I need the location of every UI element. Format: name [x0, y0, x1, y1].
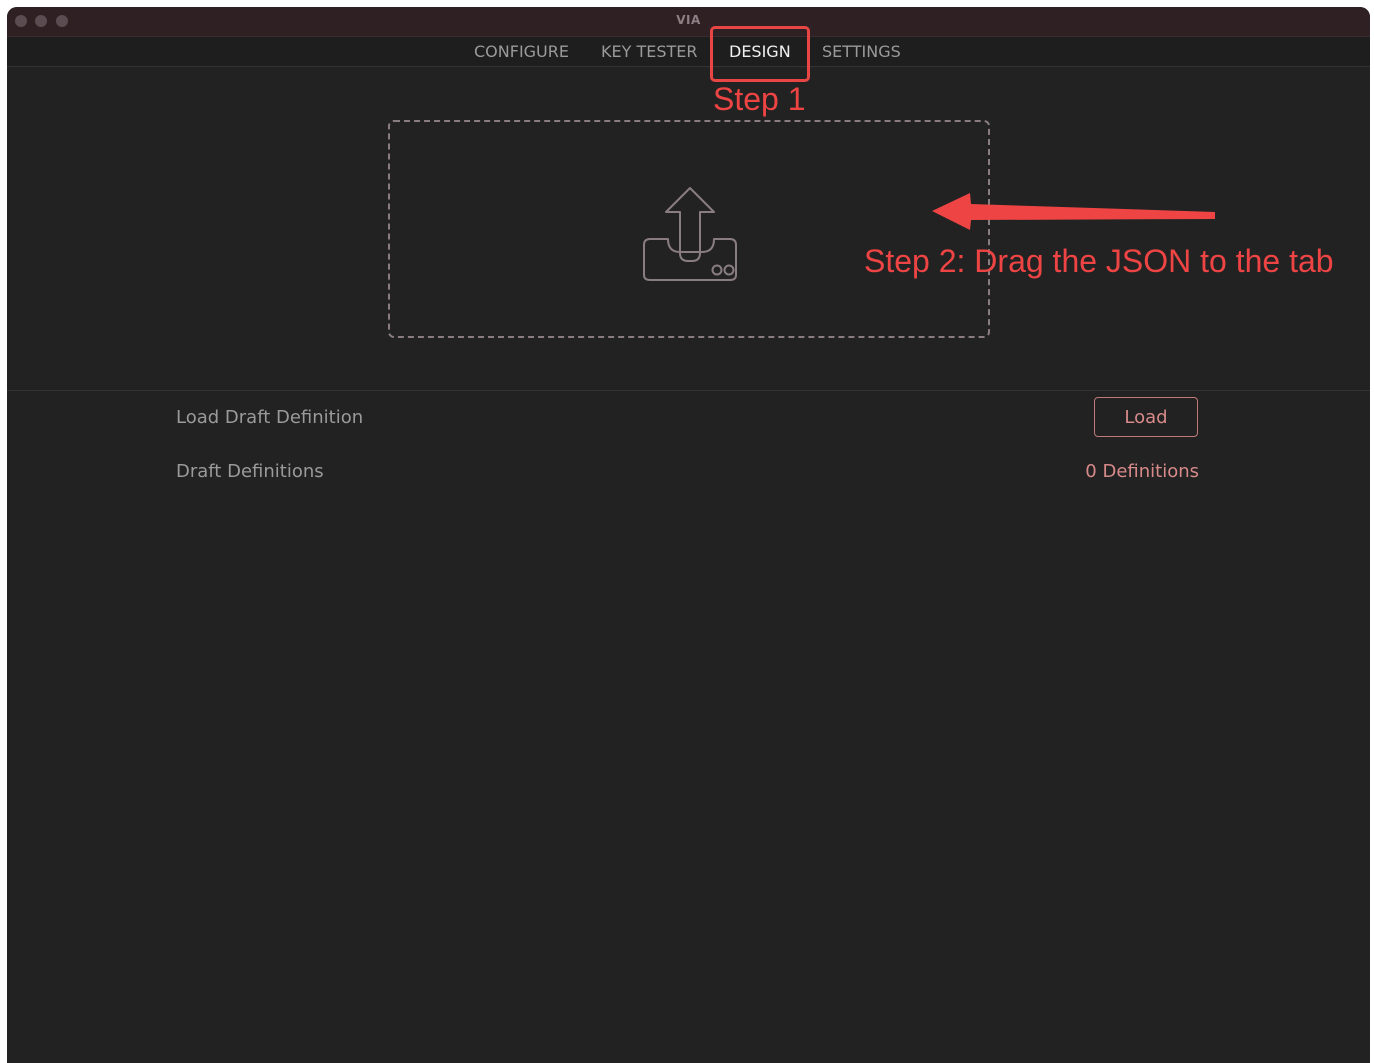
tab-configure[interactable]: CONFIGURE	[474, 42, 569, 61]
tab-settings[interactable]: SETTINGS	[822, 42, 901, 61]
tab-key-tester[interactable]: KEY TESTER	[601, 42, 698, 61]
definition-dropzone[interactable]	[388, 120, 990, 338]
draft-definitions-label: Draft Definitions	[176, 461, 324, 482]
window-title: VIA	[676, 13, 701, 27]
step2-annotation: Step 2: Drag the JSON to the tab	[864, 243, 1334, 279]
upload-icon	[643, 187, 737, 281]
top-nav: CONFIGURE KEY TESTER DESIGN SETTINGS	[7, 37, 1370, 67]
definitions-count: 0 Definitions	[1085, 461, 1199, 482]
load-button[interactable]: Load	[1094, 397, 1198, 437]
step2-arrow-icon	[932, 193, 1215, 230]
load-draft-definition-label: Load Draft Definition	[176, 407, 364, 428]
step1-annotation: Step 1	[713, 81, 806, 117]
step1-highlight-box	[710, 26, 810, 82]
title-bar: VIA	[7, 7, 1370, 37]
section-divider	[7, 390, 1370, 391]
app-window: VIA CONFIGURE KEY TESTER DESIGN SETTINGS…	[7, 7, 1370, 1063]
